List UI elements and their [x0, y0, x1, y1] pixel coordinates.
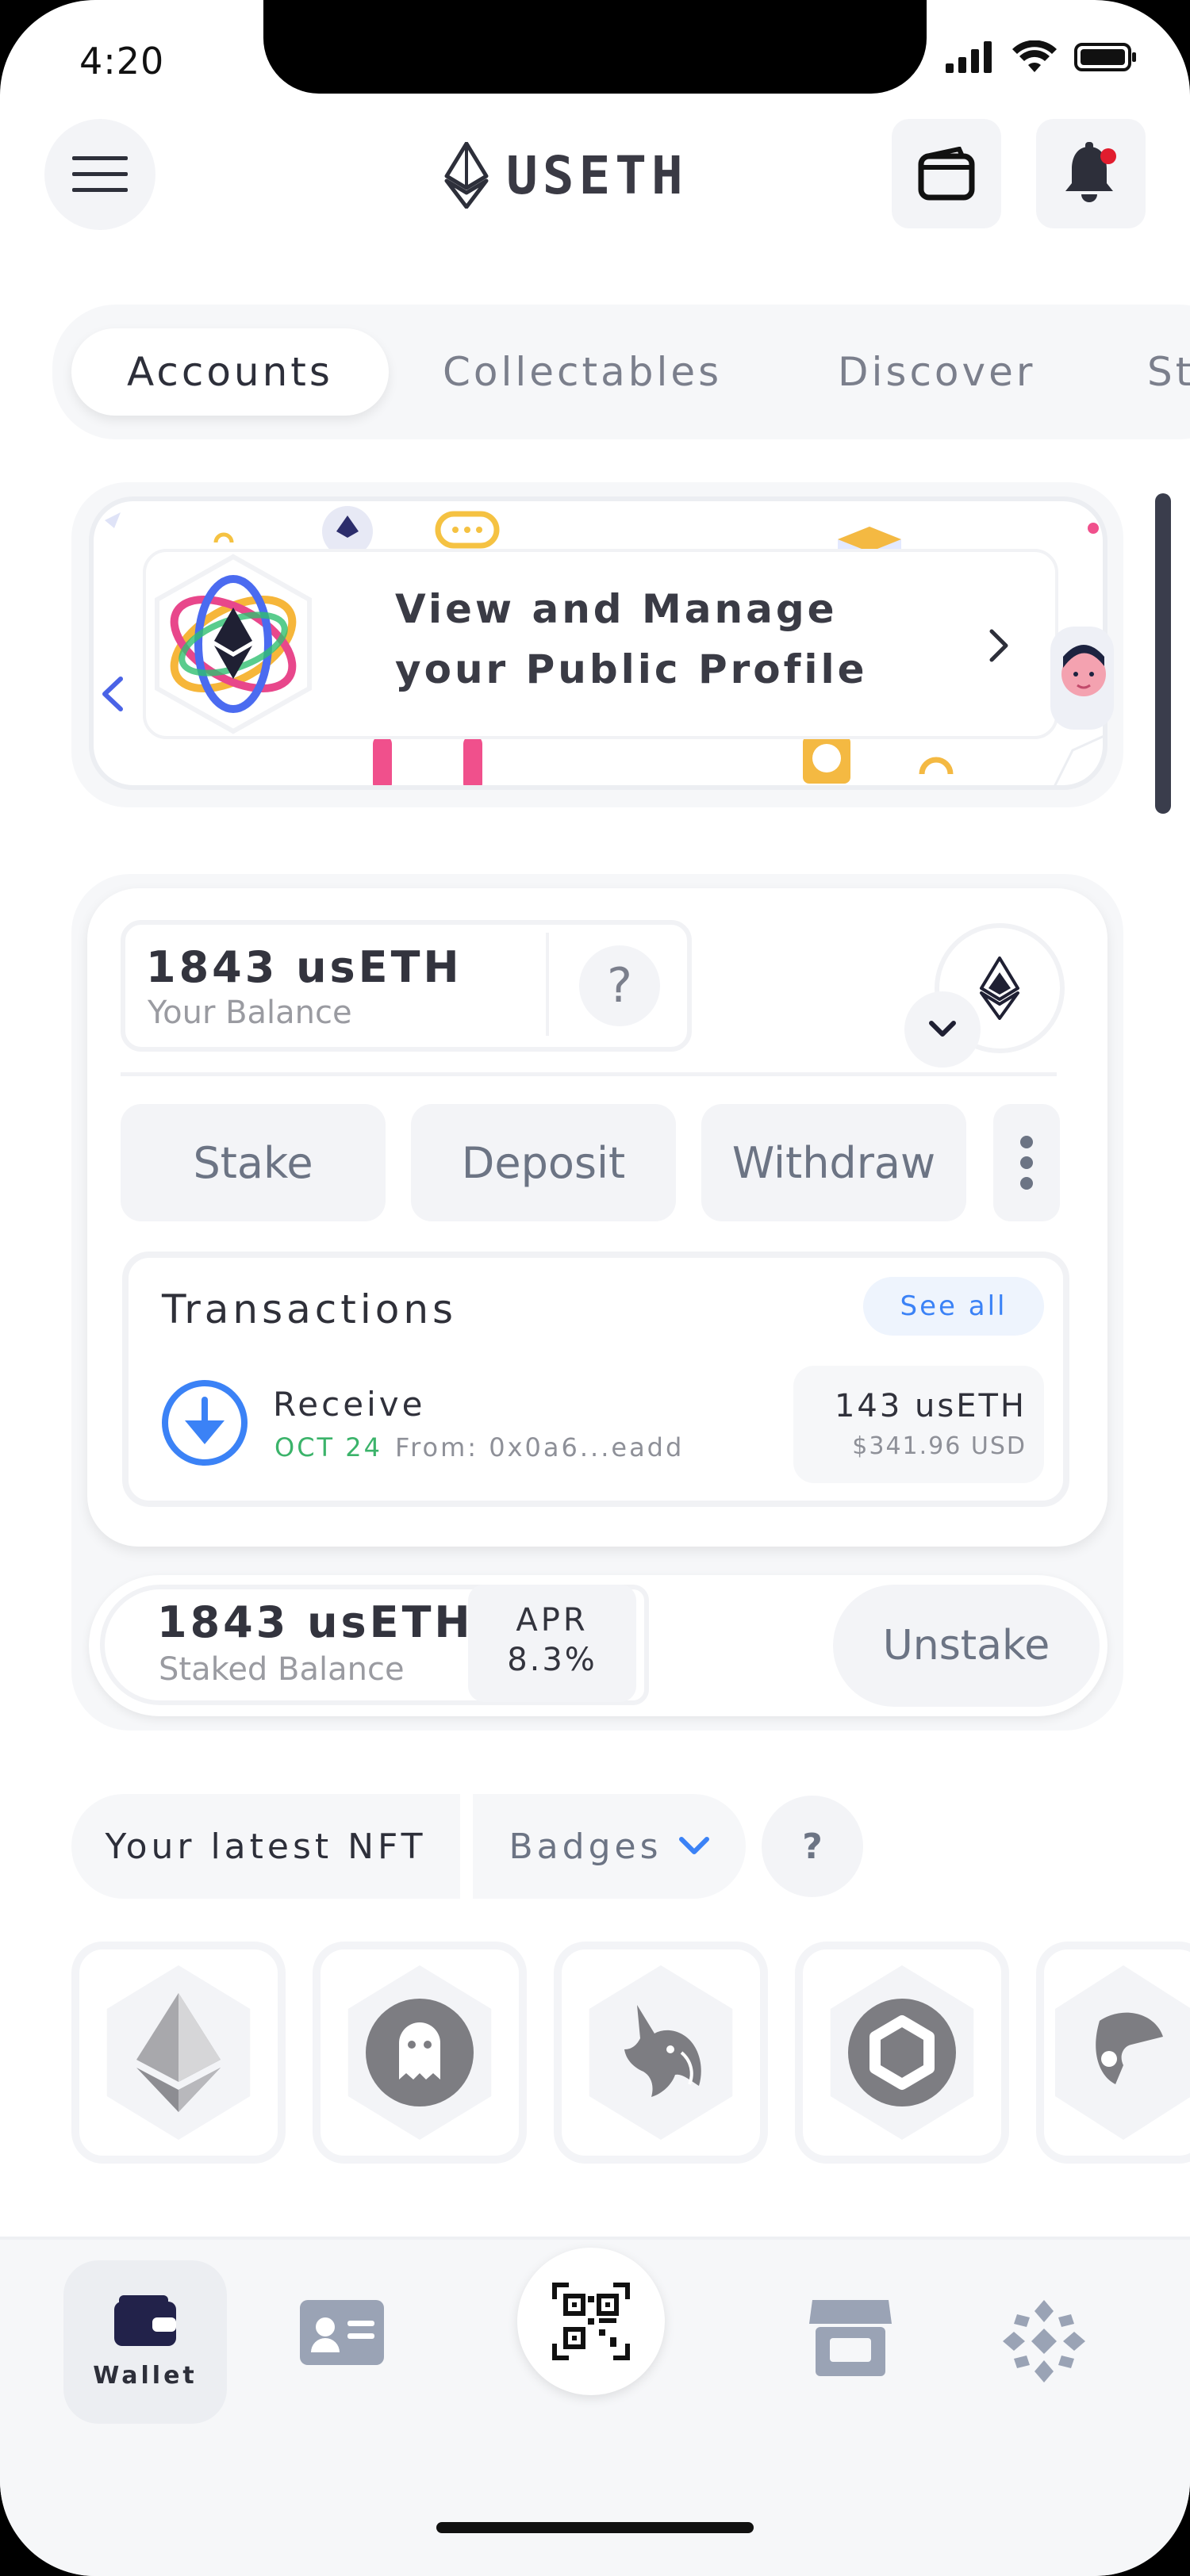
scroll-indicator[interactable] — [1155, 493, 1171, 814]
nft-card[interactable] — [313, 1942, 527, 2164]
unstake-button[interactable]: Unstake — [833, 1585, 1100, 1707]
stake-button[interactable]: Stake — [121, 1104, 386, 1221]
see-all-button[interactable]: See all — [863, 1277, 1044, 1336]
chevron-down-icon — [929, 1021, 956, 1037]
nav-wallet[interactable]: Wallet — [63, 2260, 227, 2424]
wifi-icon — [1012, 40, 1057, 72]
id-card-icon — [300, 2300, 384, 2365]
qr-code-icon — [552, 2283, 630, 2360]
transaction-amount-box — [793, 1366, 1044, 1483]
profile-banner-line2: your Public Profile — [395, 646, 868, 692]
qr-scan-button[interactable] — [517, 2248, 665, 2395]
avatar-illustration — [1050, 627, 1114, 730]
apr-value: 8.3% — [507, 1642, 597, 1678]
ethereum-icon — [980, 956, 1019, 1020]
nav-network[interactable] — [1003, 2300, 1085, 2382]
balance-help-button[interactable]: ? — [579, 945, 660, 1026]
transactions-title: Transactions — [162, 1286, 458, 1332]
transaction-from: From: 0x0a6...eadd — [395, 1432, 685, 1462]
balance-amount: 1843 usETH — [146, 942, 463, 992]
transaction-amount: 143 usETH — [834, 1388, 1027, 1424]
profile-banner-line1: View and Manage — [395, 586, 838, 632]
notch — [263, 0, 927, 94]
divider — [121, 1072, 1057, 1076]
chevron-down-icon — [678, 1837, 709, 1854]
tab-collectables[interactable]: Collectables — [443, 328, 722, 416]
ethereum-icon — [136, 1993, 221, 2112]
main-tabs: Accounts Collectables Discover St — [52, 305, 1190, 439]
more-options-button[interactable] — [993, 1104, 1060, 1221]
notification-dot — [1100, 148, 1116, 164]
logo-text: USETH — [506, 144, 688, 206]
battery-icon — [1074, 43, 1136, 71]
app-logo: USETH — [444, 141, 688, 209]
signal-icon — [946, 41, 992, 73]
wallet-icon — [114, 2294, 176, 2346]
nft-card[interactable] — [554, 1942, 768, 2164]
app-screen: 4:20 USETH Accounts Collectables Discove… — [0, 0, 1190, 2576]
ethereum-logo-icon — [444, 142, 489, 209]
balance-divider — [546, 933, 549, 1036]
nft-card[interactable] — [1036, 1942, 1190, 2164]
partial-icon — [1096, 2012, 1163, 2084]
chevron-left-icon[interactable] — [98, 676, 125, 712]
chevron-right-icon[interactable] — [987, 628, 1011, 663]
unicorn-icon — [624, 2005, 701, 2097]
balance-label: Your Balance — [148, 995, 352, 1031]
nav-wallet-label: Wallet — [93, 2361, 198, 2390]
wallet-button[interactable] — [892, 119, 1001, 228]
latest-nft-tab[interactable]: Your latest NFT — [71, 1794, 460, 1899]
badges-filter-label: Badges — [509, 1826, 662, 1867]
transaction-type[interactable]: Receive — [273, 1385, 425, 1424]
nft-help-button[interactable]: ? — [762, 1796, 863, 1897]
wallet-icon — [918, 147, 975, 201]
nft-card[interactable] — [71, 1942, 286, 2164]
apr-label: APR — [516, 1602, 589, 1639]
store-icon — [809, 2300, 892, 2376]
more-dot — [1020, 1136, 1033, 1148]
chainlink-icon — [848, 1999, 956, 2106]
tab-staking[interactable]: St — [1147, 328, 1190, 416]
status-icons — [946, 40, 1138, 75]
tab-accounts[interactable]: Accounts — [71, 328, 389, 416]
token-dropdown-button[interactable] — [904, 991, 981, 1068]
notifications-button[interactable] — [1036, 119, 1146, 228]
home-indicator[interactable] — [436, 2522, 754, 2533]
more-dot — [1020, 1177, 1033, 1190]
more-dot — [1020, 1156, 1033, 1169]
tab-discover[interactable]: Discover — [838, 328, 1035, 416]
transaction-usd: $341.96 USD — [852, 1432, 1027, 1460]
status-time: 4:20 — [79, 40, 165, 82]
hamburger-icon — [72, 156, 128, 192]
bell-icon — [1065, 142, 1116, 202]
badges-filter[interactable]: Badges — [473, 1794, 746, 1899]
ghost-icon — [366, 1999, 474, 2106]
nav-store[interactable] — [809, 2300, 892, 2376]
nft-card[interactable] — [795, 1942, 1009, 2164]
transaction-date: OCT 24 — [274, 1432, 382, 1462]
network-icon — [1003, 2300, 1085, 2382]
receive-icon — [162, 1380, 248, 1466]
nav-profile[interactable] — [300, 2300, 384, 2365]
profile-banner-text: View and Manage your Public Profile — [395, 579, 868, 700]
staked-amount: 1843 usETH — [157, 1597, 474, 1647]
staked-label: Staked Balance — [159, 1651, 405, 1688]
menu-button[interactable] — [44, 119, 155, 230]
profile-orbit-icon — [155, 554, 312, 734]
withdraw-button[interactable]: Withdraw — [701, 1104, 966, 1221]
deposit-button[interactable]: Deposit — [411, 1104, 676, 1221]
